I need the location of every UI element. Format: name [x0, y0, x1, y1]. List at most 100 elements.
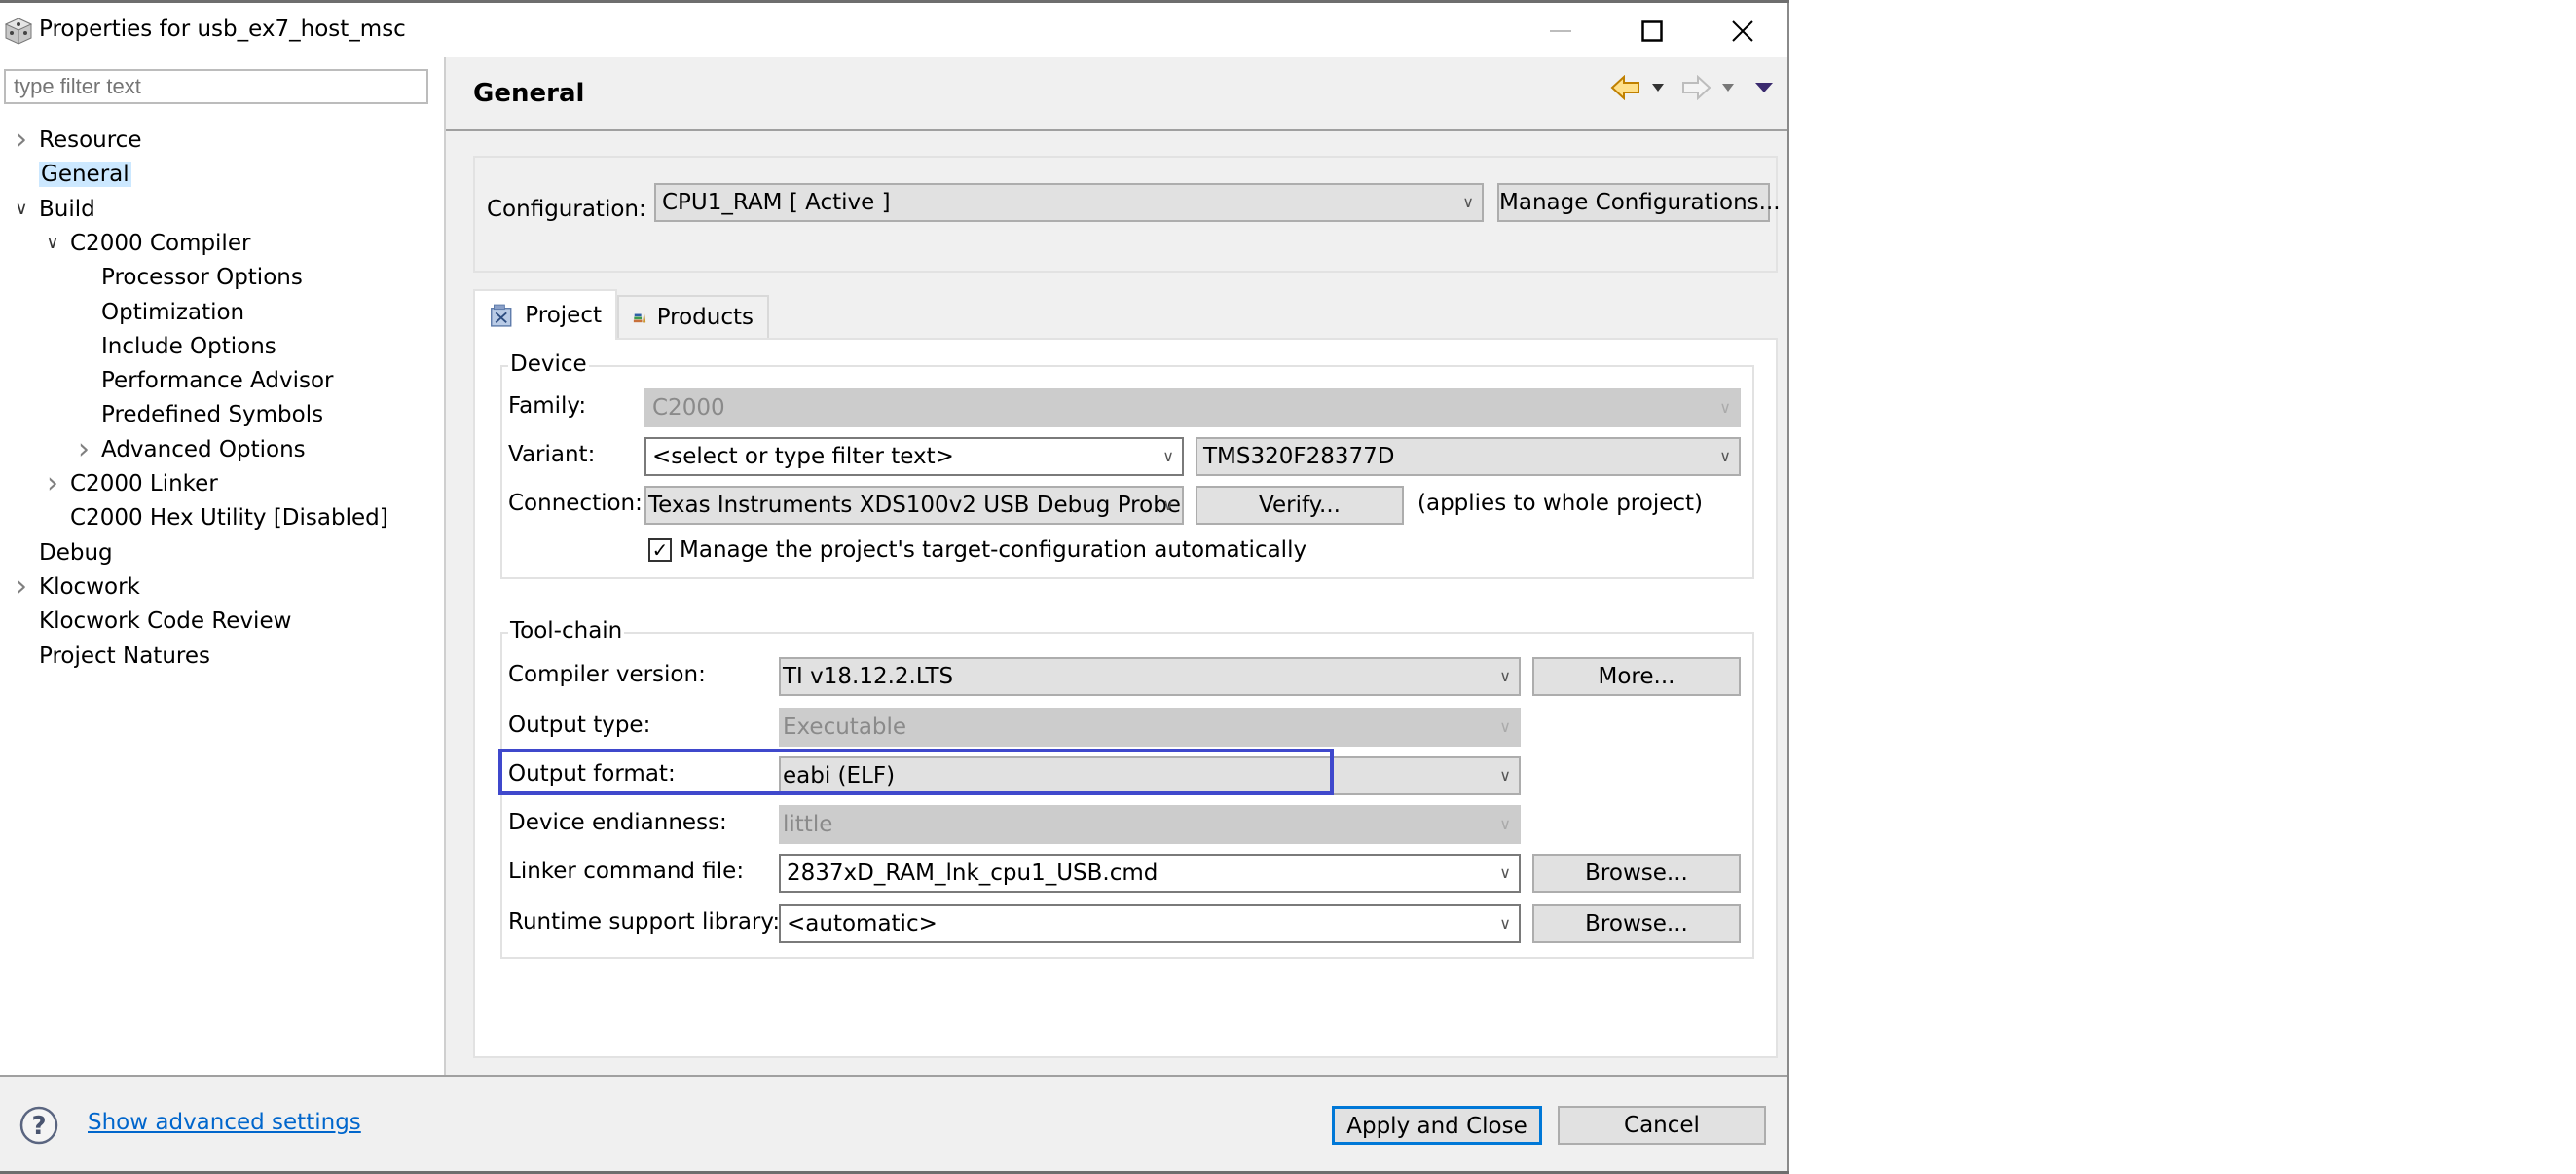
tree-item[interactable]: › Advanced Options [78, 432, 306, 466]
linker-cmd-select[interactable]: 2837xD_RAM_lnk_cpu1_USB.cmd ∨ [779, 854, 1521, 893]
compiler-version-value: TI v18.12.2.LTS [783, 664, 954, 689]
forward-dropdown-icon[interactable] [1721, 83, 1735, 92]
tree-item-label: Debug [39, 539, 113, 566]
chevron-down-icon: ∨ [1499, 717, 1511, 736]
output-type-value: Executable [783, 715, 907, 740]
back-dropdown-icon[interactable] [1651, 83, 1665, 92]
title-bar: Properties for usb_ex7_host_msc [0, 3, 1787, 57]
chevron-down-icon: ∨ [1499, 815, 1511, 833]
chevron-down-icon[interactable]: ∨ [12, 193, 31, 226]
tree-item-label: Predefined Symbols [101, 402, 324, 428]
properties-dialog: Properties for usb_ex7_host_msc ›Resourc… [0, 0, 1789, 1174]
connection-note: (applies to whole project) [1417, 491, 1704, 516]
variant-label: Variant: [508, 442, 596, 467]
minimize-icon [1550, 30, 1571, 32]
tab-label: Products [656, 305, 754, 330]
page-header: General [446, 57, 1787, 131]
output-format-highlight [498, 749, 1334, 795]
maximize-icon [1641, 20, 1663, 42]
browse-runtime-button[interactable]: Browse... [1532, 904, 1741, 943]
chevron-down-icon: ∨ [1162, 447, 1174, 465]
manage-target-checkbox[interactable]: ✓ [648, 538, 672, 562]
tree-item[interactable]: ∨ C2000 Compiler [46, 227, 250, 260]
chevron-down-icon: ∨ [1162, 495, 1174, 514]
tree-item[interactable]: Debug [39, 536, 113, 569]
svg-text:?: ? [31, 1112, 46, 1141]
variant-filter-select[interactable]: <select or type filter text> ∨ [644, 437, 1184, 476]
more-button[interactable]: More... [1532, 657, 1741, 696]
runtime-lib-value: <automatic> [787, 911, 938, 936]
configuration-select[interactable]: CPU1_RAM [ Active ] ∨ [654, 183, 1484, 222]
tree-item-label: Optimization [101, 299, 245, 325]
chevron-right-icon[interactable]: › [74, 432, 93, 466]
tree-item-label: Advanced Options [101, 436, 306, 462]
tree-item-label: C2000 Linker [70, 471, 218, 496]
compiler-version-select[interactable]: TI v18.12.2.LTS ∨ [779, 657, 1521, 696]
tree-item[interactable]: › Klocwork [16, 569, 140, 604]
minimize-button[interactable] [1531, 9, 1590, 54]
runtime-lib-select[interactable]: <automatic> ∨ [779, 904, 1521, 943]
chevron-down-icon: ∨ [1499, 863, 1511, 882]
dialog-footer: ? Show advanced settings Apply and Close… [0, 1075, 1787, 1173]
tree-item-label: Performance Advisor [101, 368, 334, 394]
chevron-down-icon: ∨ [1719, 398, 1731, 417]
tree-item-label: Resource [39, 128, 142, 153]
connection-select[interactable]: Texas Instruments XDS100v2 USB Debug Pro… [644, 486, 1184, 525]
main-panel: General Configuration: CPU1_RAM [ Active… [446, 57, 1787, 1075]
tree-item[interactable]: Include Options [101, 330, 276, 363]
cube-icon [4, 18, 33, 45]
chevron-down-icon: ∨ [1499, 914, 1511, 933]
chevron-right-icon[interactable]: › [43, 467, 62, 500]
tab-label: Project [525, 303, 602, 328]
filter-input[interactable] [4, 69, 428, 104]
chevron-right-icon[interactable]: › [12, 569, 31, 604]
tree-item[interactable]: Predefined Symbols [101, 398, 323, 431]
chevron-down-icon: ∨ [1462, 193, 1474, 211]
tab-project[interactable]: Project [473, 289, 617, 340]
chevron-right-icon[interactable]: › [12, 124, 31, 157]
tree-item[interactable]: Performance Advisor [101, 364, 334, 397]
show-advanced-settings-link[interactable]: Show advanced settings [88, 1110, 361, 1135]
tree-item[interactable]: General [39, 158, 131, 191]
verify-button[interactable]: Verify... [1196, 486, 1404, 525]
toolchain-group: Tool-chain Compiler version: TI v18.12.2… [498, 618, 1754, 959]
manage-target-label: Manage the project's target-configuratio… [680, 537, 1307, 563]
project-icon [491, 304, 512, 327]
variant-value: TMS320F28377D [1203, 444, 1395, 469]
linker-cmd-label: Linker command file: [508, 859, 745, 884]
tab-products[interactable]: Products [617, 295, 769, 338]
device-group-title: Device [508, 351, 589, 377]
tree-item[interactable]: › Resource [16, 124, 142, 157]
page-title: General [473, 79, 585, 108]
view-menu-icon[interactable] [1754, 82, 1774, 93]
variant-filter-text: <select or type filter text> [652, 444, 954, 469]
family-value: C2000 [652, 395, 725, 421]
manage-configurations-button[interactable]: Manage Configurations... [1497, 183, 1781, 222]
tree-item[interactable]: Project Natures [39, 640, 210, 673]
help-icon[interactable]: ? [19, 1106, 58, 1145]
tree-item[interactable]: Klocwork Code Review [39, 605, 291, 638]
chevron-down-icon[interactable]: ∨ [43, 227, 62, 260]
close-button[interactable] [1713, 9, 1772, 54]
output-type-label: Output type: [508, 713, 651, 738]
back-arrow-icon[interactable] [1610, 75, 1641, 100]
compiler-version-label: Compiler version: [508, 662, 706, 687]
tree-item-label: General [39, 162, 131, 188]
tree-item[interactable]: ∨ Build [15, 193, 94, 226]
forward-arrow-icon[interactable] [1680, 75, 1711, 100]
tree-item-label: Klocwork Code Review [39, 608, 292, 635]
variant-select[interactable]: TMS320F28377D ∨ [1196, 437, 1741, 476]
nav-toolbar [1610, 75, 1774, 100]
tree-item[interactable]: › C2000 Linker [47, 467, 218, 500]
cancel-button[interactable]: Cancel [1558, 1106, 1766, 1145]
tree-item[interactable]: Processor Options [101, 261, 303, 294]
connection-label: Connection: [508, 491, 643, 516]
browse-linker-button[interactable]: Browse... [1532, 854, 1741, 893]
toolchain-group-title: Tool-chain [508, 618, 625, 643]
maximize-button[interactable] [1623, 9, 1681, 54]
endianness-label: Device endianness: [508, 810, 727, 835]
tree-item[interactable]: C2000 Hex Utility [Disabled] [70, 501, 388, 534]
apply-and-close-button[interactable]: Apply and Close [1332, 1106, 1542, 1145]
close-icon [1732, 20, 1753, 42]
tree-item[interactable]: Optimization [101, 296, 244, 329]
